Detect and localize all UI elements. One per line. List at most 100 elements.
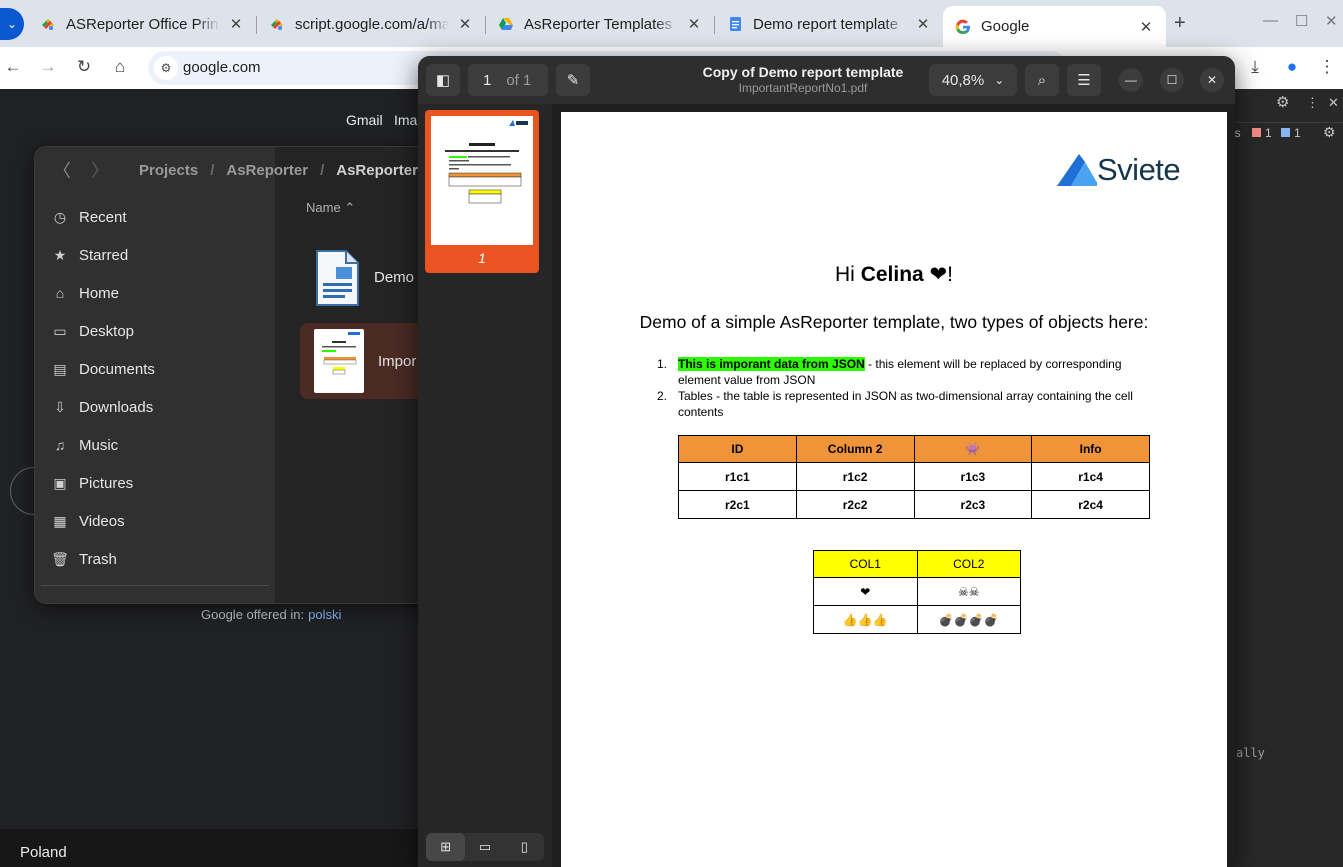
tab-script-google[interactable]: script.google.com/a/ma ✕: [257, 8, 485, 40]
sidebar-item-desktop[interactable]: ▭ Desktop: [51, 317, 134, 345]
zoom-value: 40,8%: [941, 71, 985, 89]
sidebar-item-music[interactable]: ♫ Music: [51, 431, 118, 459]
table-cell: r2c4: [1031, 490, 1150, 519]
thumbnail-page-number: 1: [478, 250, 486, 266]
document-icon: ▤: [53, 360, 67, 377]
list-item: 1. This is imporant data from JSON - thi…: [657, 356, 1137, 388]
more-menu-icon[interactable]: ⋮: [1316, 57, 1338, 77]
menu-button[interactable]: ☰: [1067, 64, 1101, 96]
chevron-up-icon: ⌃: [344, 200, 356, 215]
minimize-button[interactable]: —: [1119, 68, 1143, 92]
home-icon[interactable]: ⌂: [109, 57, 131, 77]
sidebar-item-videos[interactable]: ▦ Videos: [51, 507, 124, 535]
chevron-down-icon: ⌄: [994, 73, 1005, 87]
google-icon: [955, 19, 971, 35]
download-icon[interactable]: ⤓: [1244, 57, 1266, 77]
document-view[interactable]: Sviete Hi Celina ❤! Demo of a simple AsR…: [552, 104, 1235, 867]
table-header: 👾: [913, 435, 1033, 463]
extension-drop-icon[interactable]: ●: [1281, 57, 1303, 77]
thumbnails-tab[interactable]: ⊞: [426, 833, 466, 861]
gear-icon[interactable]: ⚙: [1323, 124, 1336, 141]
table-cell: 👍👍👍: [813, 605, 918, 634]
back-icon[interactable]: 〈: [53, 157, 71, 183]
search-button[interactable]: ⌕: [1025, 64, 1059, 96]
forward-icon[interactable]: 〉: [91, 157, 109, 183]
page-current[interactable]: 1: [483, 72, 491, 89]
reload-icon[interactable]: ↻: [73, 57, 95, 77]
language-offer: Google offered in: polski: [201, 607, 341, 622]
zoom-dropdown[interactable]: 40,8% ⌄: [929, 64, 1017, 96]
annotations-tab[interactable]: ▭: [465, 833, 504, 861]
close-icon[interactable]: ✕: [228, 15, 244, 33]
close-icon[interactable]: ✕: [1328, 95, 1339, 111]
sidebar-item-pictures[interactable]: ▣ Pictures: [51, 469, 133, 497]
close-button[interactable]: ✕: [1200, 68, 1224, 92]
close-icon[interactable]: ✕: [915, 15, 931, 33]
thumbnail-preview: [431, 116, 533, 245]
table-cell: ☠☠: [916, 577, 1021, 606]
clock-icon: ◷: [53, 208, 67, 225]
sidebar-item-downloads[interactable]: ⇩ Downloads: [51, 393, 153, 421]
star-icon: ★: [53, 246, 67, 263]
minimize-button[interactable]: —: [1263, 12, 1278, 29]
sidebar-item-starred[interactable]: ★ Starred: [51, 241, 128, 269]
table-cell: ❤: [813, 577, 918, 606]
sidebar-item-documents[interactable]: ▤ Documents: [51, 355, 155, 383]
close-window-button[interactable]: ✕: [1325, 12, 1338, 30]
sidebar-toggle-button[interactable]: ◧: [426, 64, 460, 96]
language-link[interactable]: polski: [308, 607, 341, 622]
table-cell: r2c2: [795, 490, 915, 519]
forward-icon[interactable]: →: [37, 57, 59, 77]
search-icon: ⌕: [1037, 71, 1047, 89]
devtools-panel: ⚙ ⋮ ✕ es 1 1 ⚙ ally: [1226, 89, 1343, 867]
file-name: Demo: [374, 268, 415, 286]
list-text: Tables - the table is represented in JSO…: [678, 389, 1133, 419]
annotate-button[interactable]: ✎: [556, 64, 590, 96]
sidebar-item-label: Trash: [79, 550, 117, 568]
site-settings-icon[interactable]: ⚙: [154, 56, 178, 80]
warning-icon: [1281, 128, 1290, 137]
sidebar-item-home[interactable]: ⌂ Home: [51, 279, 119, 307]
maximize-button[interactable]: ☐: [1160, 68, 1184, 92]
close-icon[interactable]: ✕: [457, 15, 473, 33]
sidebar-item-recent[interactable]: ◷ Recent: [51, 203, 127, 231]
tab-demo-report[interactable]: Demo report template ✕: [715, 8, 943, 40]
error-count[interactable]: 1: [1265, 126, 1272, 140]
tab-asreporter-office[interactable]: ASReporter Office Prin ✕: [28, 8, 256, 40]
table-cell: r1c3: [913, 462, 1033, 491]
table-header: Info: [1031, 435, 1150, 463]
tab-title: Google: [981, 18, 1030, 35]
close-icon[interactable]: ✕: [1138, 18, 1154, 36]
pdf-thumbnail-icon: [314, 329, 364, 393]
more-icon[interactable]: ⋮: [1306, 95, 1319, 111]
page-thumbnail[interactable]: 1: [425, 110, 539, 273]
gmail-link[interactable]: Gmail: [346, 112, 383, 128]
tab-asreporter-templates[interactable]: AsReporter Templates ✕: [486, 8, 714, 40]
devtools-issues-bar: es 1 1 ⚙: [1226, 122, 1343, 144]
document-title: Copy of Demo report template ImportantRe…: [648, 64, 958, 95]
breadcrumb-projects[interactable]: Projects: [139, 162, 198, 179]
sidebar-item-label: Starred: [79, 246, 129, 264]
sidebar-divider: [41, 585, 269, 586]
back-icon[interactable]: ←: [2, 57, 24, 77]
page-number-field[interactable]: 1 of 1: [468, 64, 548, 96]
new-tab-button[interactable]: +: [1174, 12, 1186, 35]
table-row: ❤ ☠☠: [813, 577, 1021, 606]
breadcrumb-current[interactable]: AsReporter: [336, 162, 418, 179]
google-drive-icon: [498, 16, 514, 32]
gear-icon[interactable]: ⚙: [1276, 93, 1289, 111]
tab-search-button[interactable]: ⌄: [0, 8, 24, 40]
trash-icon: 🗑: [51, 550, 69, 567]
breadcrumb-asreporter[interactable]: AsReporter: [226, 162, 308, 179]
name-column-header[interactable]: Name ⌃: [306, 200, 355, 216]
warning-count[interactable]: 1: [1294, 126, 1301, 140]
maximize-button[interactable]: ☐: [1295, 12, 1308, 30]
picture-icon: ▣: [53, 474, 67, 491]
close-icon[interactable]: ✕: [686, 15, 702, 33]
pdf-headerbar: ◧ 1 of 1 ✎ Copy of Demo report template …: [418, 56, 1235, 104]
tab-google[interactable]: Google ✕: [943, 6, 1166, 47]
pdf-page: Sviete Hi Celina ❤! Demo of a simple AsR…: [561, 112, 1227, 867]
outline-tab[interactable]: ▯: [505, 833, 544, 861]
sidebar-item-trash[interactable]: 🗑 Trash: [51, 545, 117, 573]
list-number: 2.: [657, 389, 668, 403]
